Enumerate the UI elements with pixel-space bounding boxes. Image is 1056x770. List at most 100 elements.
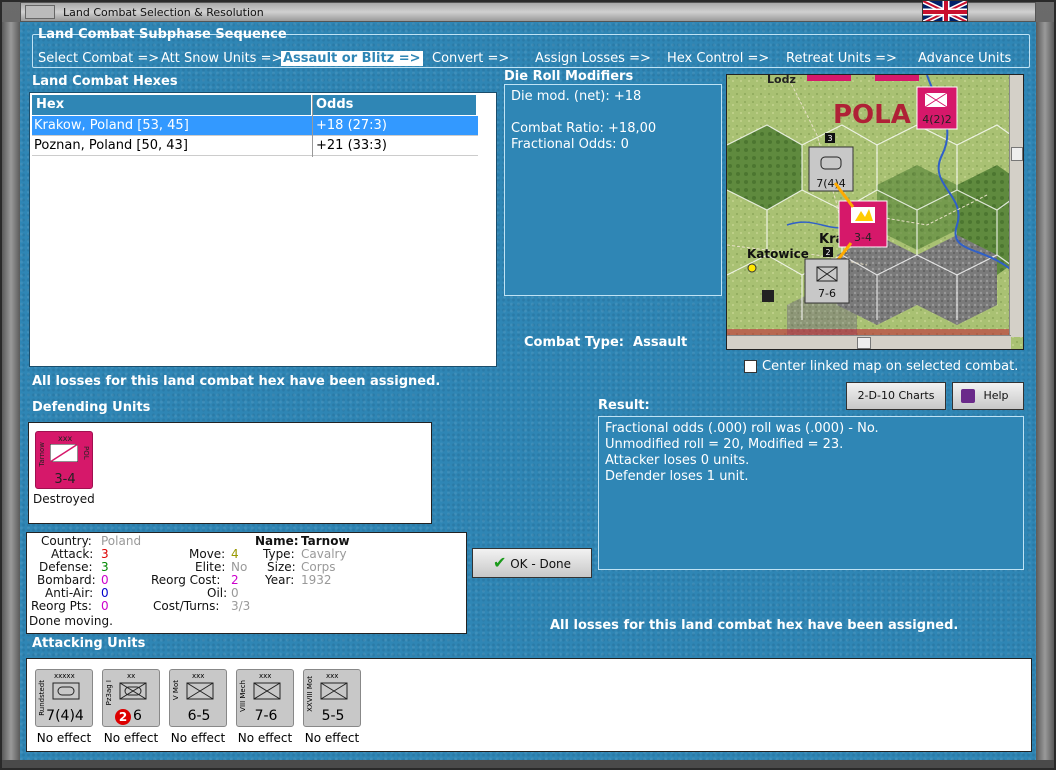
uk-flag-icon xyxy=(922,0,968,22)
center-map-label: Center linked map on selected combat. xyxy=(762,359,1019,374)
row-odds: +21 (33:3) xyxy=(316,138,387,153)
value-year: 1932 xyxy=(301,573,332,587)
attacker-status: No effect xyxy=(36,731,92,745)
table-row[interactable]: Krakow, Poland [53, 45] +18 (27:3) xyxy=(32,116,478,136)
title-bar: Land Combat Selection & Resolution xyxy=(20,2,1036,22)
row-hex: Poznan, Poland [50, 43] xyxy=(34,138,188,153)
combat-type: Combat Type: Assault xyxy=(524,335,687,350)
attacker-status: No effect xyxy=(170,731,226,745)
mechanized-icon xyxy=(253,682,281,700)
label-reorg-pts: Reorg Pts: xyxy=(31,599,92,613)
map-unit-strength: 7(4)4 xyxy=(816,177,846,190)
unit-strength: 6 xyxy=(133,708,142,724)
attacker-status: No effect xyxy=(304,731,360,745)
combat-ratio: Combat Ratio: +18,00 xyxy=(511,121,657,136)
map-stack-count: 2 xyxy=(825,248,830,257)
checkmark-icon: ✔ xyxy=(492,553,507,572)
defending-title: Defending Units xyxy=(32,400,151,415)
hexes-table: Hex Odds Krakow, Poland [53, 45] +18 (27… xyxy=(29,92,497,367)
result-box: Fractional odds (.000) roll was (.000) -… xyxy=(598,416,1024,570)
fractional-odds: Fractional Odds: 0 xyxy=(511,137,629,152)
unit-strength: 7-6 xyxy=(254,708,278,724)
value-reorg-pts: 0 xyxy=(101,599,109,613)
help-button[interactable]: Help xyxy=(952,382,1024,410)
system-menu-button[interactable] xyxy=(25,5,55,19)
label-year: Year: xyxy=(265,573,295,587)
unit-info-box: Country: Poland Attack: 3 Defense: 3 Bom… xyxy=(26,532,467,634)
unit-name: Tarnow xyxy=(38,442,46,467)
hex-map: Lodz POLA Kra Katowice 4(2)2 7(4)4 3 3-4 xyxy=(727,75,1023,349)
charts-button[interactable]: 2-D-10 Charts xyxy=(846,382,946,410)
sequence-title: Land Combat Subphase Sequence xyxy=(38,27,287,42)
attacker-status: No effect xyxy=(237,731,293,745)
attacker-counter[interactable]: xx Pz3ag I 2 6 xyxy=(102,669,160,727)
table-row[interactable]: Poznan, Poland [50, 43] +21 (33:3) xyxy=(32,136,478,156)
losses-assigned-msg-top: All losses for this land combat hex have… xyxy=(32,374,441,389)
result-line: Attacker loses 0 units. xyxy=(605,453,750,468)
result-line: Unmodified roll = 20, Modified = 23. xyxy=(605,437,844,452)
unit-size: xxx xyxy=(326,672,339,680)
cavalry-icon xyxy=(50,444,78,462)
seq-convert[interactable]: Convert => xyxy=(432,51,509,66)
map-unit-strength: 3-4 xyxy=(854,231,872,244)
defender-status: Destroyed xyxy=(33,492,95,506)
center-map-checkbox[interactable] xyxy=(744,360,757,373)
step-badge-icon: 2 xyxy=(115,709,131,725)
ok-done-button[interactable]: ✔ OK - Done xyxy=(472,548,592,578)
col-hex[interactable]: Hex xyxy=(32,95,312,115)
map-vscroll-thumb[interactable] xyxy=(1011,147,1023,161)
unit-name: Pz3ag I xyxy=(105,680,113,706)
row-odds: +18 (27:3) xyxy=(316,118,387,133)
map-hscroll-thumb[interactable] xyxy=(857,337,871,349)
losses-assigned-msg-bottom: All losses for this land combat hex have… xyxy=(550,618,959,633)
value-cost-turns: 3/3 xyxy=(231,599,251,613)
seq-assault-blitz[interactable]: Assault or Blitz => xyxy=(281,51,423,66)
map-label-lodz: Lodz xyxy=(767,75,796,86)
seq-select-combat[interactable]: Select Combat => xyxy=(38,51,159,66)
motorized-infantry-icon xyxy=(320,682,348,700)
done-moving: Done moving. xyxy=(29,614,113,628)
map-marker-icon xyxy=(762,290,774,302)
attacker-counter[interactable]: xxxxx Rundstedt 7(4)4 xyxy=(35,669,93,727)
seq-retreat-units[interactable]: Retreat Units => xyxy=(786,51,897,66)
seq-advance-units[interactable]: Advance Units xyxy=(918,51,1011,66)
help-book-icon xyxy=(961,389,975,403)
map-vertical-scrollbar[interactable] xyxy=(1009,75,1023,337)
main-panel: Land Combat Subphase Sequence Select Com… xyxy=(20,22,1036,760)
attacker-counter[interactable]: xxx VIII Mech 7-6 xyxy=(236,669,294,727)
unit-size: xxx xyxy=(192,672,205,680)
left-frame-rail xyxy=(2,22,20,760)
attacker-counter[interactable]: xxx XXVIII Mot 5-5 xyxy=(303,669,361,727)
defender-counter[interactable]: xxx Tarnow POL 3-4 xyxy=(35,431,93,489)
seq-assign-losses[interactable]: Assign Losses => xyxy=(535,51,651,66)
unit-strength: 5-5 xyxy=(321,708,345,724)
die-mod-net: Die mod. (net): +18 xyxy=(511,89,642,104)
unit-nation: POL xyxy=(82,446,90,460)
result-line: Fractional odds (.000) roll was (.000) -… xyxy=(605,421,879,436)
unit-size: xxx xyxy=(259,672,272,680)
unit-size: xxxxx xyxy=(54,672,75,680)
unit-size: xx xyxy=(127,672,136,680)
die-title: Die Roll Modifiers xyxy=(504,69,634,84)
map-horizontal-scrollbar[interactable] xyxy=(727,335,1011,349)
seq-att-snow[interactable]: Att Snow Units => xyxy=(161,51,282,66)
col-odds[interactable]: Odds xyxy=(312,95,477,115)
motorized-infantry-icon xyxy=(186,682,214,700)
help-label: Help xyxy=(983,389,1009,402)
label-cost-turns: Cost/Turns: xyxy=(153,599,220,613)
combat-type-label: Combat Type: xyxy=(524,335,624,350)
attacker-counter[interactable]: xxx V Mot 6-5 xyxy=(169,669,227,727)
attacker-status: No effect xyxy=(103,731,159,745)
defending-units-box: xxx Tarnow POL 3-4 Destroyed xyxy=(28,422,432,524)
result-title: Result: xyxy=(598,398,650,413)
map-stack-count: 3 xyxy=(827,134,832,143)
map-view[interactable]: Lodz POLA Kra Katowice 4(2)2 7(4)4 3 3-4 xyxy=(726,74,1024,350)
unit-size: xxx xyxy=(58,434,73,443)
window-title: Land Combat Selection & Resolution xyxy=(63,6,264,19)
unit-name: XXVIII Mot xyxy=(306,676,314,712)
unit-strength: 7(4)4 xyxy=(46,708,84,724)
row-hex: Krakow, Poland [53, 45] xyxy=(34,118,189,133)
map-unit-strength: 7-6 xyxy=(818,287,836,300)
seq-hex-control[interactable]: Hex Control => xyxy=(667,51,769,66)
map-label-katowice: Katowice xyxy=(747,247,809,261)
